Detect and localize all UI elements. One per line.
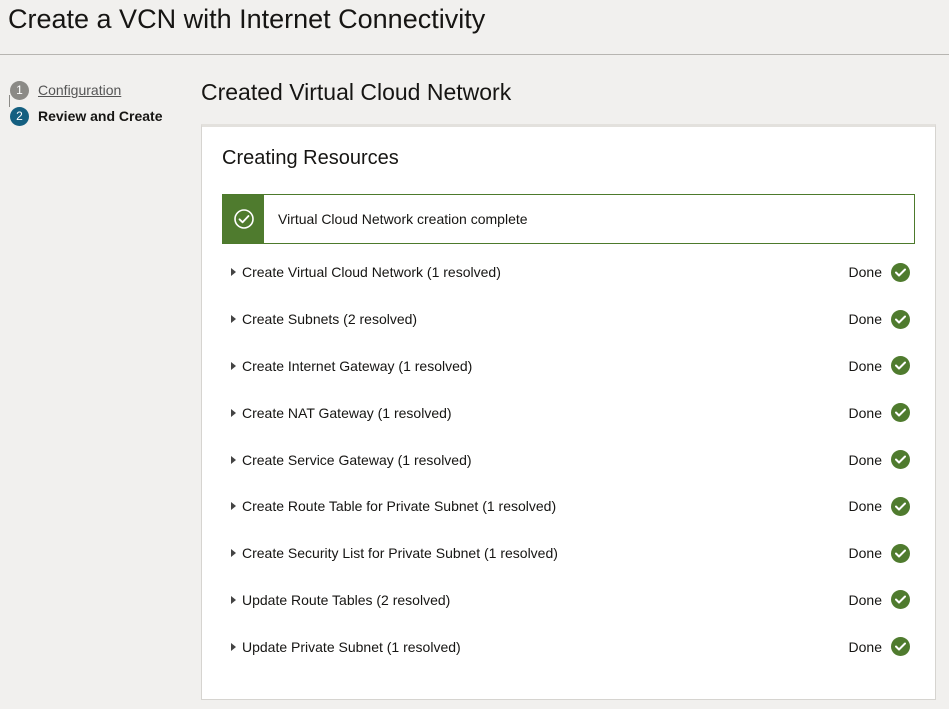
task-label: Update Private Subnet (1 resolved)	[242, 638, 461, 655]
check-circle-icon	[891, 309, 910, 329]
caret-right-icon[interactable]	[231, 502, 236, 511]
caret-right-icon[interactable]	[231, 268, 236, 277]
step-review-and-create: 2 Review and Create	[10, 103, 190, 129]
step-connector	[9, 95, 10, 107]
banner-message: Virtual Cloud Network creation complete	[278, 211, 528, 227]
task-label: Create Internet Gateway (1 resolved)	[242, 357, 473, 374]
task-status: Done	[848, 545, 882, 562]
task-status: Done	[848, 498, 882, 515]
task-label: Create Security List for Private Subnet …	[242, 545, 558, 562]
task-label: Update Route Tables (2 resolved)	[242, 591, 451, 608]
task-label: Create NAT Gateway (1 resolved)	[242, 404, 452, 421]
section-title: Created Virtual Cloud Network	[201, 79, 512, 105]
card-title: Creating Resources	[222, 147, 399, 169]
task-row[interactable]: Create Service Gateway (1 resolved) Done	[222, 436, 915, 483]
task-label: Create Virtual Cloud Network (1 resolved…	[242, 264, 501, 281]
task-label: Create Route Table for Private Subnet (1…	[242, 498, 557, 515]
task-status: Done	[848, 264, 882, 281]
step-configuration-link[interactable]: Configuration	[38, 82, 121, 98]
task-label: Create Service Gateway (1 resolved)	[242, 451, 472, 468]
page-title: Create a VCN with Internet Connectivity	[8, 4, 486, 34]
step-configuration[interactable]: 1 Configuration	[10, 77, 190, 103]
caret-right-icon[interactable]	[231, 408, 236, 417]
task-status: Done	[848, 404, 882, 421]
task-label: Create Subnets (2 resolved)	[242, 311, 418, 328]
step-number: 2	[10, 106, 29, 126]
caret-right-icon[interactable]	[231, 315, 236, 324]
task-row[interactable]: Create Route Table for Private Subnet (1…	[222, 483, 915, 530]
task-status: Done	[848, 638, 882, 655]
page-header: Create a VCN with Internet Connectivity	[0, 0, 949, 55]
task-row[interactable]: Update Route Tables (2 resolved) Done	[222, 577, 915, 624]
step-number: 1	[10, 80, 29, 100]
check-circle-icon	[891, 262, 910, 282]
task-row[interactable]: Create Security List for Private Subnet …	[222, 530, 915, 577]
task-list: Create Virtual Cloud Network (1 resolved…	[222, 249, 915, 670]
check-circle-icon	[891, 637, 910, 657]
caret-right-icon[interactable]	[231, 549, 236, 558]
task-row[interactable]: Create Subnets (2 resolved) Done	[222, 296, 915, 343]
check-circle-icon	[891, 356, 910, 376]
task-status: Done	[848, 311, 882, 328]
check-circle-icon	[891, 590, 910, 610]
resources-card: Creating Resources Virtual Cloud Network…	[201, 124, 936, 700]
check-circle-icon	[891, 496, 910, 516]
check-circle-icon	[891, 450, 910, 470]
task-status: Done	[848, 591, 882, 608]
task-row[interactable]: Create Virtual Cloud Network (1 resolved…	[222, 249, 915, 296]
caret-right-icon[interactable]	[231, 642, 236, 651]
success-banner: Virtual Cloud Network creation complete	[222, 194, 915, 244]
task-status: Done	[848, 357, 882, 374]
caret-right-icon[interactable]	[231, 361, 236, 370]
task-status: Done	[848, 451, 882, 468]
check-circle-icon	[223, 195, 264, 243]
wizard-steps: 1 Configuration 2 Review and Create	[10, 77, 190, 129]
check-circle-icon	[891, 403, 910, 423]
step-review-label: Review and Create	[38, 108, 163, 124]
check-circle-icon	[891, 543, 910, 563]
task-row[interactable]: Update Private Subnet (1 resolved) Done	[222, 623, 915, 670]
caret-right-icon[interactable]	[231, 595, 236, 604]
caret-right-icon[interactable]	[231, 455, 236, 464]
task-row[interactable]: Create NAT Gateway (1 resolved) Done	[222, 389, 915, 436]
task-row[interactable]: Create Internet Gateway (1 resolved) Don…	[222, 343, 915, 390]
